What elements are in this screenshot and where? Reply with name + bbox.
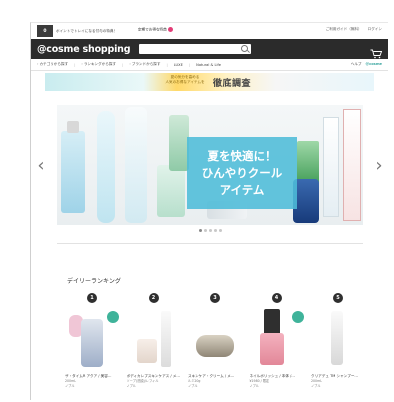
caption-line-1: 夏を快適に！ [207, 148, 277, 163]
product-image[interactable] [188, 305, 242, 371]
search-icon[interactable] [241, 45, 248, 52]
rank-badge: 5 [333, 293, 343, 303]
product-brand: ノブル [311, 383, 321, 388]
promo-banner[interactable]: 夏の気分を高める 人気のお得なアイテムを 徹底調査 [45, 73, 374, 91]
product-image-jar [136, 339, 157, 363]
browser-page: 0 ポイントでトレイになる付与の特典！ 定期でお得な特典 ご利用ガイド（無料） … [30, 22, 388, 400]
utility-bar: 0 ポイントでトレイになる付与の特典！ 定期でお得な特典 ご利用ガイド（無料） … [31, 23, 388, 39]
product-image-red-box [343, 109, 361, 221]
product-image-tall-bottle [97, 111, 115, 223]
points-promo-text[interactable]: ポイントでトレイになる付与の特典！ [56, 29, 117, 34]
ranking-item-4[interactable]: 4 ネイルポリッシュ / 本体 /… ¥1980 / 限定 ノブル [249, 293, 304, 388]
nav-divider: | [122, 62, 124, 67]
nav-item-luxe[interactable]: LUXE [174, 63, 183, 67]
product-image[interactable] [126, 305, 181, 371]
section-divider [57, 243, 363, 244]
rank-badge: 2 [148, 293, 159, 303]
nav-divider: | [188, 62, 191, 67]
cart-icon-svg [370, 49, 383, 59]
chevron-right-icon: › [81, 62, 83, 66]
product-image-spray-cap [67, 121, 79, 133]
notification-dot-icon [167, 27, 173, 32]
nav-label: ランキングから探す [83, 62, 117, 66]
carousel-caption: 夏を快適に！ ひんやりクール アイテム [187, 137, 297, 209]
nav-divider: | [74, 62, 76, 67]
product-image-green-tube [169, 115, 189, 171]
product-image-water-bottle [125, 107, 147, 223]
product-image-nail-bottle [259, 333, 284, 365]
nav-item-ranking[interactable]: ›ランキングから探す [81, 62, 116, 67]
campaign-badge-icon [291, 311, 304, 323]
site-header: @cosme shopping [31, 39, 388, 59]
promo-title: 徹底調査 [213, 79, 252, 89]
carousel-dot[interactable] [214, 229, 217, 232]
product-image-spray-bottle [61, 131, 85, 213]
product-image[interactable] [249, 305, 304, 371]
product-brand: ノブル [126, 383, 137, 388]
caption-line-3: アイテム [219, 182, 265, 197]
product-image-tube [157, 165, 185, 217]
rank-badge: 3 [210, 293, 220, 303]
rank-badge: 1 [87, 293, 97, 303]
nav-item-natural[interactable]: Natural & Life [196, 63, 221, 67]
subscription-link[interactable]: 定期でお得な特典 [138, 27, 173, 33]
carousel-dot[interactable] [209, 229, 212, 232]
carousel-slide[interactable]: 夏を快適に！ ひんやりクール アイテム [57, 105, 363, 225]
nav-right: ヘルプ @cosme [351, 62, 382, 67]
carousel-dots [199, 229, 222, 232]
ranking-item-5[interactable]: 5 クリアデュ TM シャンプー… 200mL ノブル [311, 293, 365, 388]
ranking-item-2[interactable]: 2 ボディカレブスキンケアス / メ… ソープ(洗顔)/レフィル ノブル [126, 293, 181, 388]
promo-subtext: 夏の気分を高める 人気のお得なアイテムを [157, 75, 213, 85]
site-logo[interactable]: @cosme shopping [37, 44, 139, 55]
utility-right-links: ご利用ガイド（無料） ログイン [326, 27, 382, 32]
nav-divider: | [166, 62, 168, 67]
login-link[interactable]: ログイン [368, 27, 382, 32]
help-link[interactable]: ヘルプ [351, 62, 362, 67]
ranking-item-1[interactable]: 1 ザ・タイムR アクア / 美容… 200mL ノブル [65, 293, 119, 388]
chevron-right-icon[interactable]: › [373, 155, 385, 176]
cosme-brand-link[interactable]: @cosme [365, 62, 382, 67]
product-image-tall-bottle [160, 311, 171, 367]
nav-item-category[interactable]: ›カテゴリから探す [37, 62, 68, 67]
product-brand: ノブル [65, 383, 75, 388]
campaign-badge-icon [107, 311, 119, 323]
carousel-dot[interactable] [199, 229, 202, 232]
chevron-left-icon[interactable]: ‹ [35, 155, 47, 176]
subscription-link-label: 定期でお得な特典 [138, 27, 167, 32]
promo-subtext-line-2: 人気のお得なアイテムを [165, 80, 205, 84]
nav-label: ブランドから探す [131, 62, 161, 66]
chevron-right-icon: › [129, 62, 131, 66]
product-image[interactable] [311, 305, 365, 371]
product-image-nail-cap [263, 309, 280, 335]
search-input[interactable] [139, 44, 251, 54]
ranking-item-3[interactable]: 3 スキンケア・クリーム / メ… ルミ20g ノブル [188, 293, 242, 388]
product-brand: ノブル [249, 383, 260, 388]
hero-carousel: ‹ 夏を快適に！ ひんやりクール アイテム › [31, 105, 388, 233]
product-image[interactable] [65, 305, 119, 371]
product-image-blue-bottle [81, 319, 103, 367]
rank-badge: 4 [271, 293, 282, 303]
carousel-dot[interactable] [204, 229, 207, 232]
ranking-title: デイリーランキング [67, 278, 121, 285]
product-image-serum-bottle [331, 311, 343, 365]
product-image-white-box [323, 117, 339, 217]
product-image-cream-jar [196, 335, 234, 357]
points-badge[interactable]: 0 [37, 25, 53, 37]
cart-icon[interactable] [370, 44, 383, 59]
nav-item-brand[interactable]: ›ブランドから探す [129, 62, 160, 67]
guide-link[interactable]: ご利用ガイド（無料） [326, 27, 362, 32]
carousel-dot[interactable] [219, 229, 222, 232]
nav-label: カテゴリから探す [39, 62, 69, 66]
category-nav: ›カテゴリから探す | ›ランキングから探す | ›ブランドから探す | LUX… [31, 59, 388, 71]
caption-line-2: ひんやりクール [201, 165, 283, 180]
product-brand: ノブル [188, 383, 198, 388]
ranking-list: 1 ザ・タイムR アクア / 美容… 200mL ノブル 2 ボディカレブスキン… [65, 293, 365, 388]
